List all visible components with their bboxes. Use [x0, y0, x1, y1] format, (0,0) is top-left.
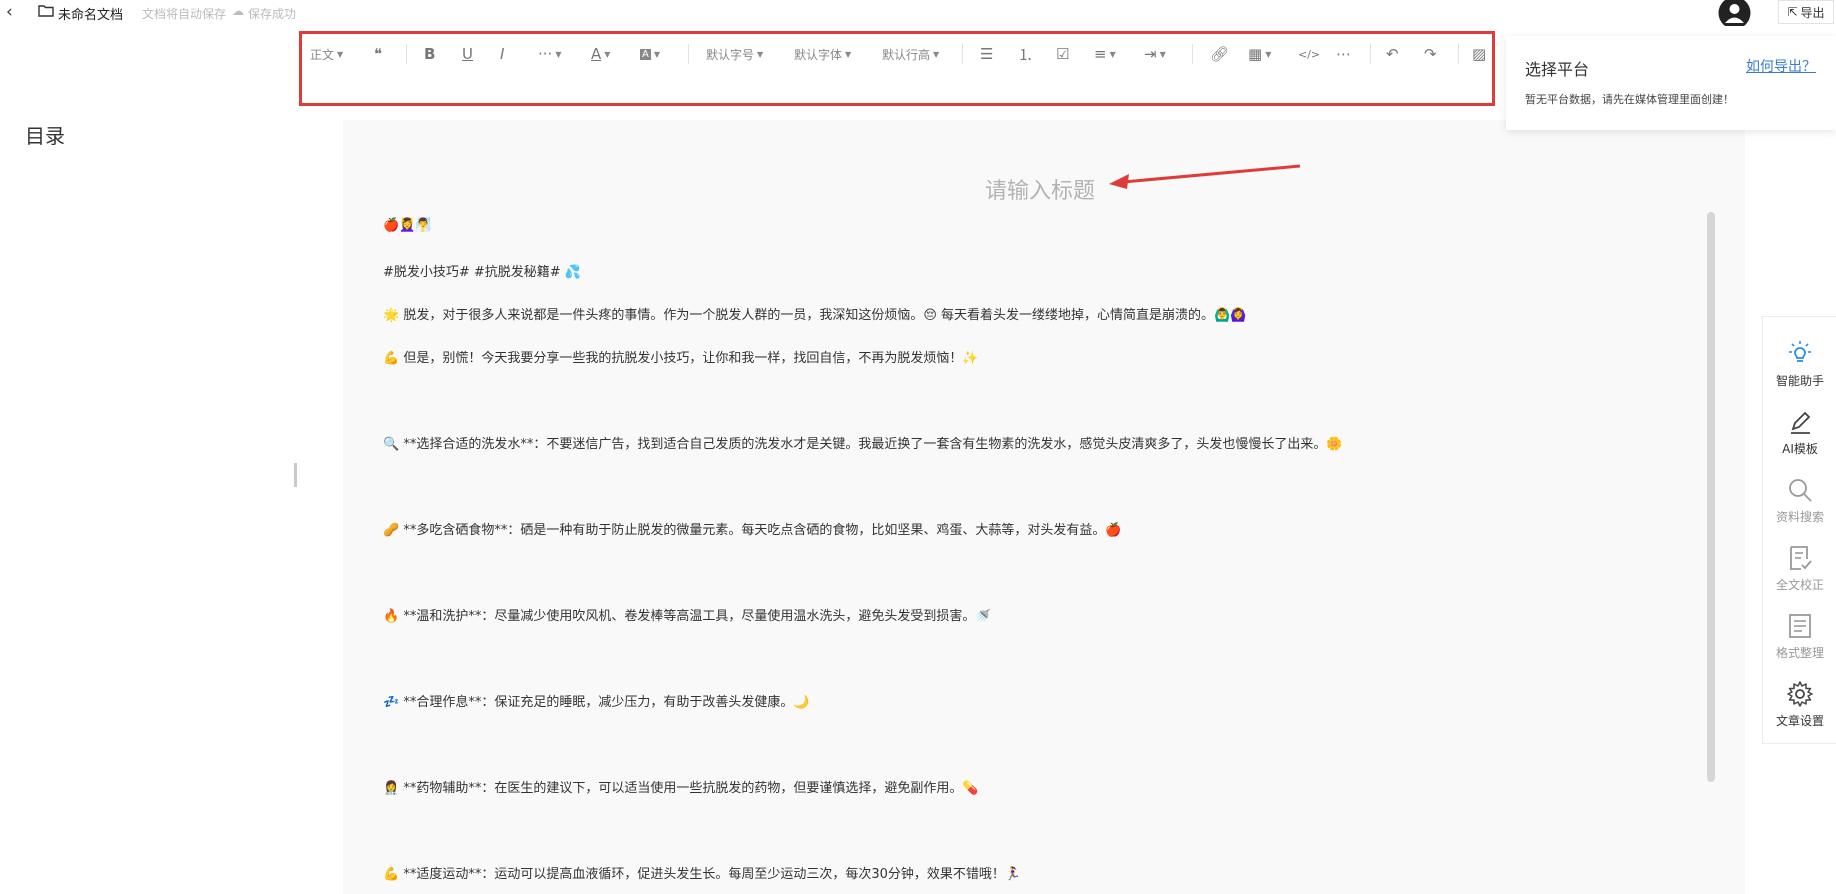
tool-label: 资料搜索 [1775, 510, 1824, 524]
bullet-list-button[interactable]: ☰ [980, 43, 993, 65]
content-line: 🥜 **多吃含硒食物**：硒是一种有助于防止脱发的微量元素。每天吃点含硒的食物，… [383, 523, 1122, 538]
code-button[interactable]: </> [1298, 43, 1320, 65]
undo-button[interactable]: ↶ [1386, 43, 1399, 65]
editor-scrollbar[interactable] [1707, 212, 1715, 782]
line-height-select[interactable]: 默认行高 ▼ [882, 43, 939, 65]
bold-button[interactable]: B [424, 43, 435, 65]
empty-platform-message: 暂无平台数据，请先在媒体管理里面创建！ [1525, 93, 1734, 106]
document-title[interactable]: 未命名文档 [58, 4, 123, 23]
tool-label: 文章设置 [1775, 714, 1824, 728]
divider-icon: ⋯ [1336, 45, 1351, 63]
bold-icon: B [424, 45, 436, 63]
cloud-icon: ☁ [232, 4, 244, 18]
link-button[interactable]: 🔗︎ [1210, 43, 1229, 65]
content-line: #脱发小技巧# #抗脱发秘籍# 💦 [383, 265, 582, 280]
content-line: 👩‍⚕️ **药物辅助**：在医生的建议下，可以适当使用一些抗脱发的药物，但要谨… [383, 781, 979, 796]
pen-icon [1791, 411, 1811, 434]
panel-title: 选择平台 [1525, 60, 1590, 79]
red-arrow-annotation [1109, 164, 1301, 189]
gear-icon [1787, 681, 1813, 707]
tool-label: 全文校正 [1775, 578, 1824, 592]
underline-icon: U [462, 45, 473, 63]
ai-template-button[interactable]: AI模板 [1763, 407, 1836, 457]
tool-label: 格式整理 [1775, 646, 1824, 660]
font-family-select[interactable]: 默认字体 ▼ [794, 43, 851, 65]
export-platform-panel: 选择平台 如何导出？ 暂无平台数据，请先在媒体管理里面创建！ [1506, 36, 1836, 130]
quote-button[interactable]: ❝ [374, 43, 382, 65]
content-line: 💤 **合理作息**：保证充足的睡眠，减少压力，有助于改善头发健康。🌙 [383, 695, 810, 710]
line-height-label: 默认行高 [882, 47, 931, 62]
numbered-list-button[interactable]: ⒈ [1018, 43, 1033, 65]
title-input[interactable]: 请输入标题 [985, 173, 1095, 205]
italic-button[interactable]: I [500, 43, 504, 65]
background-color-icon: A [640, 48, 651, 60]
export-label: 导出 [1800, 5, 1825, 20]
paragraph-style-label: 正文 [310, 47, 335, 62]
content-line: 🍎💆‍♀️🧖‍♂️ [383, 218, 432, 233]
more-icon: ··· [538, 45, 553, 63]
lightbulb-icon [1789, 341, 1811, 362]
content-line: 🔥 **温和洗护**：尽量减少使用吹风机、卷发棒等高温工具，尽量使用温水洗头，避… [383, 609, 992, 624]
search-icon [1789, 479, 1812, 502]
table-button[interactable]: ▦ ▼ [1248, 43, 1271, 65]
align-icon: ≡ [1094, 45, 1107, 63]
content-line: 🌟 脱发，对于很多人来说都是一件头疼的事情。作为一个脱发人群的一员，我深知这份烦… [383, 308, 1247, 323]
font-size-select[interactable]: 默认字号 ▼ [706, 43, 763, 65]
font-family-label: 默认字体 [794, 47, 843, 62]
align-button[interactable]: ≡ ▼ [1094, 43, 1116, 65]
smart-assistant-button[interactable]: 智能助手 [1763, 339, 1836, 389]
indent-icon: ⇥ [1144, 45, 1157, 63]
content-line: 🔍 **选择合适的洗发水**：不要迷信广告，找到适合自己发质的洗发水才是关键。我… [383, 437, 1343, 452]
redo-icon: ↷ [1424, 45, 1437, 63]
checkbox-icon: ☑ [1056, 45, 1070, 63]
chevron-left-icon[interactable]: ‹ [6, 2, 13, 22]
indent-button[interactable]: ⇥ ▼ [1144, 43, 1166, 65]
tool-label: 智能助手 [1775, 374, 1824, 388]
export-help-link[interactable]: 如何导出？ [1746, 56, 1816, 76]
image-button[interactable]: ▨ [1472, 43, 1486, 65]
font-size-label: 默认字号 [706, 47, 755, 62]
folder-icon [38, 5, 54, 17]
toc-title: 目录 [25, 124, 65, 148]
save-status: 保存成功 [248, 7, 297, 21]
material-search-button[interactable]: 资料搜索 [1763, 475, 1836, 525]
image-icon: ▨ [1472, 45, 1487, 63]
more-format-button[interactable]: ··· ▼ [538, 43, 561, 65]
editor-toolbar: 正文 ▼ ❝ B U I ··· ▼ A ▼ A ▼ 默认字号 ▼ 默认字体 ▼ 默认行高 ▼… [299, 31, 1495, 106]
check-doc-icon [1790, 546, 1812, 570]
checklist-button[interactable]: ☑ [1056, 43, 1069, 65]
table-icon: ▦ [1248, 45, 1263, 63]
code-icon: </> [1298, 47, 1321, 61]
content-line: 💪 但是，别慌！今天我要分享一些我的抗脱发小技巧，让你和我一样，找回自信，不再为… [383, 351, 979, 366]
divider-button[interactable]: ⋯ [1336, 43, 1351, 65]
right-toolbar: 智能助手 AI模板 资料搜索 全文校正 格式整理 文章设置 [1762, 316, 1836, 744]
undo-icon: ↶ [1386, 45, 1399, 63]
autosave-hint: 文档将自动保存 [142, 7, 227, 21]
numbered-list-icon: ⒈ [1018, 45, 1034, 64]
format-icon [1789, 614, 1811, 638]
sidebar-resize-handle[interactable] [294, 463, 297, 487]
export-button[interactable]: ⇱ 导出 [1778, 0, 1834, 24]
font-color-icon: A [591, 45, 602, 63]
proofread-button[interactable]: 全文校正 [1763, 543, 1836, 593]
italic-icon: I [500, 45, 505, 63]
content-line: 💪 **适度运动**：运动可以提高血液循环，促进头发生长。每周至少运动三次，每次… [383, 867, 1022, 882]
paragraph-style-select[interactable]: 正文 ▼ [310, 43, 343, 65]
font-color-button[interactable]: A ▼ [591, 43, 610, 65]
underline-button[interactable]: U [462, 43, 473, 65]
quote-icon: ❝ [374, 45, 383, 63]
export-icon: ⇱ [1787, 5, 1798, 19]
background-color-button[interactable]: A ▼ [640, 43, 660, 65]
avatar[interactable] [1718, 0, 1751, 26]
link-icon: 🔗︎ [1210, 45, 1230, 63]
format-cleanup-button[interactable]: 格式整理 [1763, 611, 1836, 661]
bullet-list-icon: ☰ [980, 45, 994, 63]
top-bar: ‹ 未命名文档 文档将自动保存 ☁ 保存成功 ⇱ 导出 [0, 0, 1836, 26]
article-settings-button[interactable]: 文章设置 [1763, 679, 1836, 729]
redo-button[interactable]: ↷ [1424, 43, 1437, 65]
tool-label: AI模板 [1782, 442, 1818, 456]
